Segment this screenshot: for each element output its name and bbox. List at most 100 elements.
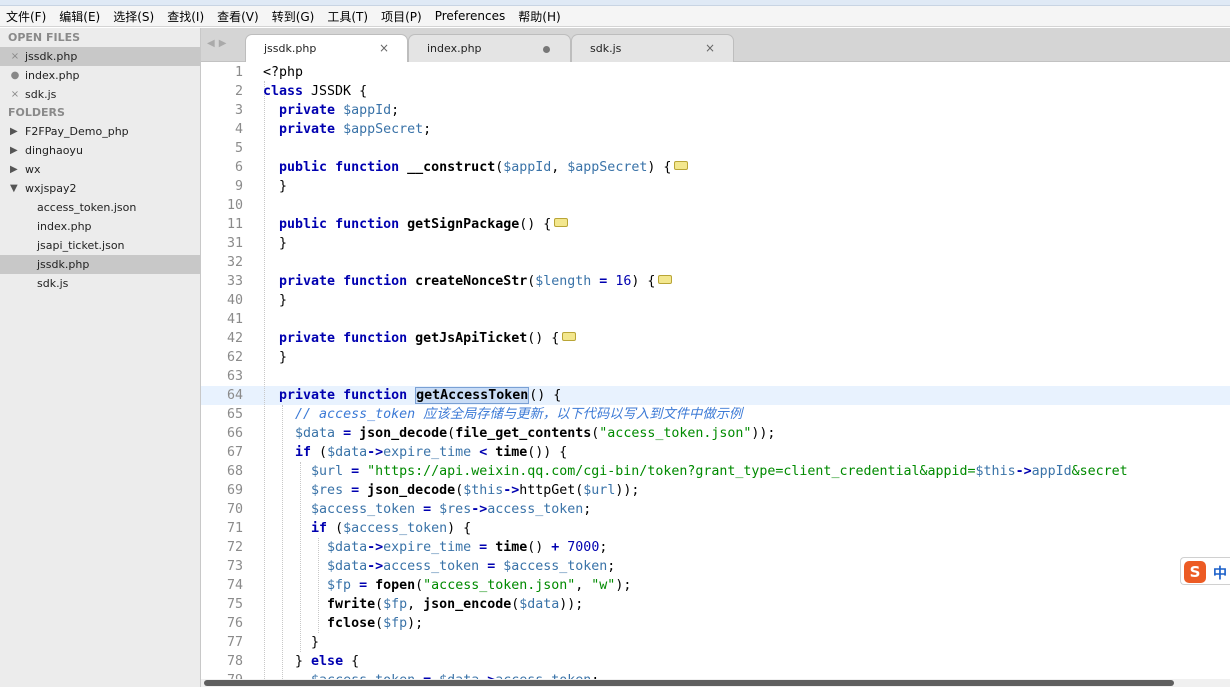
line-number: 66 — [226, 426, 243, 441]
tab-index[interactable]: index.php — [408, 34, 571, 62]
line-number: 64 — [226, 388, 243, 403]
line-number: 74 — [226, 578, 243, 593]
menu-project[interactable]: 项目(P) — [381, 8, 422, 25]
menu-preferences[interactable]: Preferences — [435, 9, 506, 23]
menu-bar: 文件(F) 编辑(E) 选择(S) 查找(I) 查看(V) 转到(G) 工具(T… — [0, 6, 1230, 27]
open-file-sdk[interactable]: × sdk.js — [0, 85, 200, 104]
menu-goto[interactable]: 转到(G) — [272, 8, 315, 25]
triangle-right-icon[interactable]: ▶ — [10, 141, 18, 160]
line-number: 3 — [234, 103, 243, 118]
folder-label: wxjspay2 — [25, 182, 77, 195]
horizontal-scrollbar[interactable] — [201, 679, 1230, 687]
file-index-php[interactable]: index.php — [0, 217, 200, 236]
sogou-logo-icon[interactable]: S — [1184, 561, 1206, 583]
code-line: private $appSecret; — [279, 122, 432, 137]
line-number: 10 — [226, 198, 243, 213]
code-line: } — [263, 293, 288, 308]
file-sdk-js[interactable]: sdk.js — [0, 274, 200, 293]
code-line: $data->access_token = $access_token; — [327, 559, 616, 574]
open-file-label: index.php — [25, 69, 80, 82]
code-line: $data = json_decode(file_get_contents("a… — [295, 426, 776, 441]
code-line: $url = "https://api.weixin.qq.com/cgi-bi… — [311, 464, 1128, 479]
file-label: sdk.js — [37, 277, 69, 290]
file-label: jsapi_ticket.json — [37, 239, 125, 252]
fold-marker-icon[interactable] — [674, 160, 689, 170]
menu-view[interactable]: 查看(V) — [217, 8, 259, 25]
line-number-gutter: 1 2 3 4 5 6 9 10 11 31 32 33 40 41 42 62 63 64 65 66 67 68 69 7… — [201, 62, 251, 679]
line-number: 70 — [226, 502, 243, 517]
line-number: 31 — [226, 236, 243, 251]
line-number: 72 — [226, 540, 243, 555]
tab-sdk[interactable]: sdk.js × — [571, 34, 734, 62]
fold-marker-icon[interactable] — [562, 331, 577, 341]
line-number: 69 — [226, 483, 243, 498]
modified-dot-icon[interactable]: ● — [10, 66, 20, 85]
tab-label: index.php — [427, 42, 482, 55]
close-icon[interactable]: × — [705, 41, 715, 55]
scrollbar-thumb[interactable] — [204, 680, 1174, 686]
open-file-jssdk[interactable]: × jssdk.php — [0, 47, 200, 66]
modified-dot-icon[interactable] — [543, 46, 550, 53]
menu-find[interactable]: 查找(I) — [167, 8, 204, 25]
code-line: public function __construct($appId, $app… — [263, 158, 689, 177]
line-number: 77 — [226, 635, 243, 650]
line-number: 76 — [226, 616, 243, 631]
code-line: $data->expire_time = time() + 7000; — [327, 540, 608, 555]
ime-toolbar[interactable]: S 中 — [1180, 557, 1230, 585]
menu-help[interactable]: 帮助(H) — [518, 8, 560, 25]
line-number: 68 — [226, 464, 243, 479]
line-number: 4 — [234, 122, 243, 137]
file-jssdk-php[interactable]: jssdk.php — [0, 255, 200, 274]
tab-jssdk[interactable]: jssdk.php × — [245, 34, 408, 63]
fold-marker-icon[interactable] — [554, 217, 569, 227]
close-icon[interactable]: × — [10, 85, 20, 104]
folder-label: wx — [25, 163, 41, 176]
file-label: jssdk.php — [37, 258, 90, 271]
open-file-label: sdk.js — [25, 88, 57, 101]
folder-dinghaoyu[interactable]: ▶ dinghaoyu — [0, 141, 200, 160]
line-number: 6 — [234, 160, 243, 175]
folder-label: dinghaoyu — [25, 144, 83, 157]
tab-nav-arrows-icon[interactable]: ◀▶ — [207, 38, 230, 49]
fold-marker-icon[interactable] — [658, 274, 673, 284]
code-line: } — [263, 635, 320, 650]
menu-edit[interactable]: 编辑(E) — [59, 8, 100, 25]
code-line: } — [263, 236, 288, 251]
file-label: index.php — [37, 220, 92, 233]
line-number: 5 — [234, 141, 243, 156]
code-line: $res = json_decode($this->httpGet($url))… — [311, 483, 640, 498]
triangle-down-icon[interactable]: ▼ — [10, 179, 18, 198]
line-number: 75 — [226, 597, 243, 612]
file-jsapi-ticket-json[interactable]: jsapi_ticket.json — [0, 236, 200, 255]
folder-wx[interactable]: ▶ wx — [0, 160, 200, 179]
code-line: private function getJsApiTicket() { — [263, 329, 577, 348]
code-line: $access_token = $res->access_token; — [311, 502, 592, 517]
line-number: 11 — [226, 217, 243, 232]
code-line: public function getSignPackage() { — [263, 215, 569, 234]
folder-f2fpay[interactable]: ▶ F2FPay_Demo_php — [0, 122, 200, 141]
close-icon[interactable]: × — [379, 41, 389, 55]
ime-mode-indicator[interactable]: 中 — [1213, 563, 1227, 583]
menu-file[interactable]: 文件(F) — [6, 8, 46, 25]
line-number: 79 — [227, 671, 243, 679]
folder-label: F2FPay_Demo_php — [25, 125, 129, 138]
code-editor[interactable]: 1 2 3 4 5 6 9 10 11 31 32 33 40 41 42 62 63 64 65 66 67 68 69 7… — [201, 62, 1230, 679]
line-number: 40 — [226, 293, 243, 308]
triangle-right-icon[interactable]: ▶ — [10, 122, 18, 141]
line-number: 63 — [226, 369, 243, 384]
folder-wxjspay2[interactable]: ▼ wxjspay2 — [0, 179, 200, 198]
tab-bar: ◀▶ jssdk.php × index.php sdk.js × — [201, 28, 1230, 63]
open-file-index[interactable]: ● index.php — [0, 66, 200, 85]
menu-tools[interactable]: 工具(T) — [327, 8, 368, 25]
line-number: 71 — [226, 521, 243, 536]
line-number: 73 — [226, 559, 243, 574]
triangle-right-icon[interactable]: ▶ — [10, 160, 18, 179]
line-number: 9 — [234, 179, 243, 194]
code-line: } else { — [263, 654, 360, 669]
line-number: 62 — [226, 350, 243, 365]
menu-selection[interactable]: 选择(S) — [113, 8, 154, 25]
file-access-token-json[interactable]: access_token.json — [0, 198, 200, 217]
code-line: $access_token = $data->access_token; — [263, 671, 599, 679]
close-icon[interactable]: × — [10, 47, 20, 66]
code-line: if ($access_token) { — [311, 521, 472, 536]
